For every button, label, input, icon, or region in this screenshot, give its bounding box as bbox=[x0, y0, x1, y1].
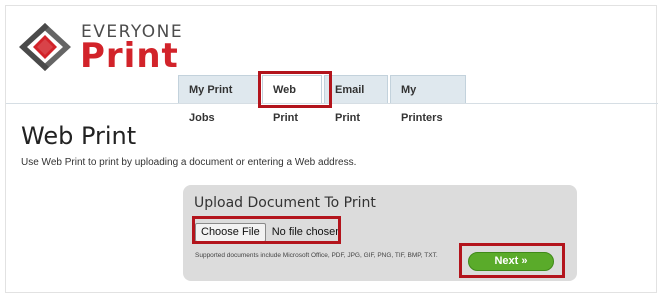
upload-panel-title: Upload Document To Print bbox=[194, 195, 376, 211]
page-description: Use Web Print to print by uploading a do… bbox=[21, 157, 357, 168]
page-title: Web Print bbox=[21, 122, 137, 150]
next-button[interactable]: Next » bbox=[468, 252, 554, 271]
logo-main-text: Print bbox=[80, 36, 179, 76]
tab-my-printers[interactable]: My Printers bbox=[390, 75, 466, 124]
tab-email-print[interactable]: Email Print bbox=[324, 75, 388, 124]
supported-documents-note: Supported documents include Microsoft Of… bbox=[195, 252, 438, 259]
choose-file-button[interactable]: Choose File bbox=[195, 222, 266, 242]
file-status-text: No file chosen bbox=[271, 226, 342, 238]
main-tabs: My Print Jobs Web Print Email Print My P… bbox=[178, 75, 468, 124]
tab-web-print[interactable]: Web Print bbox=[262, 75, 322, 124]
everyone-print-logo: EVERYONE Print bbox=[15, 17, 190, 77]
tabs-divider bbox=[6, 103, 658, 104]
file-input[interactable]: Choose File No file chosen bbox=[195, 221, 341, 243]
everyone-print-diamond-logo-icon bbox=[19, 23, 71, 71]
upload-panel: Upload Document To Print Choose File No … bbox=[183, 185, 577, 281]
tab-my-print-jobs[interactable]: My Print Jobs bbox=[178, 75, 260, 124]
